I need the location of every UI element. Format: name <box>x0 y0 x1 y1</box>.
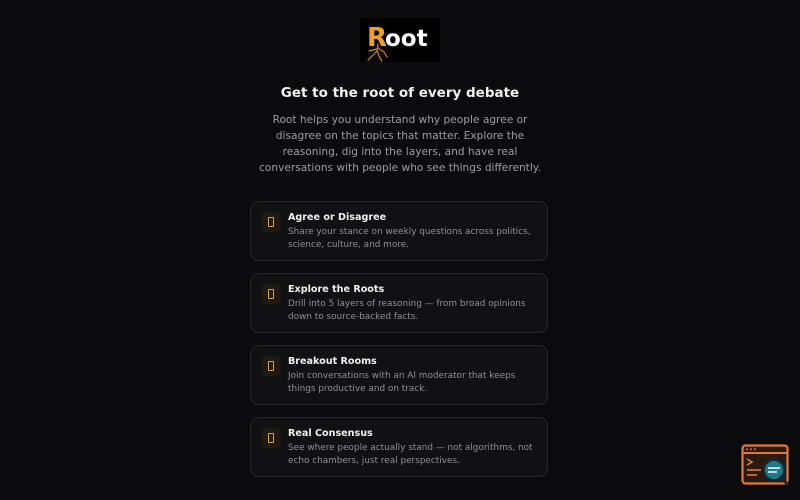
card-icon <box>261 212 281 232</box>
feature-title: Real Consensus <box>288 428 373 439</box>
feature-description: Join conversations with an AI moderator … <box>288 371 516 394</box>
feature-description: See where people actually stand — not al… <box>288 443 533 466</box>
feature-card-breakout-rooms: Breakout Rooms Join conversations with a… <box>250 345 548 405</box>
feature-card-explore-roots: Explore the Roots Drill into 5 layers of… <box>250 273 548 333</box>
code-search-icon <box>741 444 789 486</box>
feature-description: Drill into 5 layers of reasoning — from … <box>288 299 526 322</box>
feature-card-agree-disagree: Agree or Disagree Share your stance on w… <box>250 201 548 261</box>
feature-title: Explore the Roots <box>288 284 385 295</box>
landing-page: R oot Get to the root of every debate Ro… <box>0 0 800 500</box>
card-icon <box>261 428 281 448</box>
feature-description: Share your stance on weekly questions ac… <box>288 227 531 250</box>
page-headline: Get to the root of every debate <box>280 85 520 101</box>
card-icon <box>261 284 281 304</box>
root-logo: R oot <box>360 18 440 62</box>
feature-title: Agree or Disagree <box>288 212 387 223</box>
code-search-widget-button[interactable] <box>741 444 791 488</box>
intro-paragraph: Root helps you understand why people agr… <box>259 114 541 174</box>
card-icon <box>261 356 281 376</box>
feature-title: Breakout Rooms <box>288 356 377 367</box>
feature-card-real-consensus: Real Consensus See where people actually… <box>250 417 548 477</box>
svg-text:oot: oot <box>385 26 428 52</box>
